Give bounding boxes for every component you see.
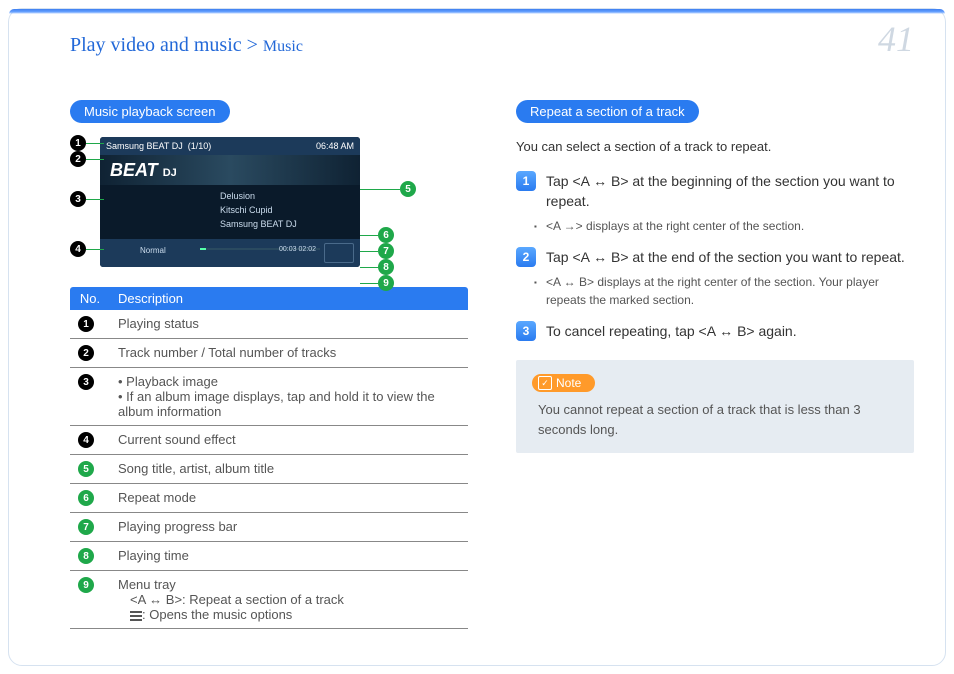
table-row: 3 Playback image If an album image displ… — [70, 368, 468, 426]
row-desc: Menu tray <A ↔ B>: Repeat a section of a… — [110, 571, 468, 629]
callout-badge-1: 1 — [70, 135, 86, 151]
table-row: 5 Song title, artist, album title — [70, 455, 468, 484]
table-row: 4 Current sound effect — [70, 426, 468, 455]
ss-bottom-bar: Normal 00:03 02:02 — [100, 239, 360, 267]
step-2-sub: <A ↔ B> displays at the right center of … — [516, 273, 914, 309]
ss-menu-tray — [324, 243, 354, 263]
step-text: To cancel repeating, tap <A ↔ B> again. — [546, 321, 914, 341]
step-number: 2 — [516, 247, 536, 267]
callout-badge-3: 3 — [70, 191, 86, 207]
callout-9: 9 — [360, 275, 394, 291]
check-icon: ✓ — [538, 376, 552, 390]
row-desc: Song title, artist, album title — [110, 455, 468, 484]
menu-icon — [130, 611, 142, 621]
breadcrumb: Play video and music > Music — [70, 34, 303, 57]
breadcrumb-sub: Music — [263, 38, 303, 55]
row-badge: 3 — [78, 374, 94, 390]
step-text: Tap <A ↔ B> at the end of the section yo… — [546, 247, 914, 267]
step-1: 1 Tap <A ↔ B> at the beginning of the se… — [516, 171, 914, 212]
ss-clock: 06:48 AM — [316, 141, 354, 151]
row-desc: Track number / Total number of tracks — [110, 339, 468, 368]
page-number: 41 — [878, 18, 914, 60]
row-badge: 5 — [78, 461, 94, 477]
ss-brand: BEAT DJ — [100, 155, 360, 185]
right-column: Repeat a section of a track You can sele… — [516, 100, 914, 654]
note-text: You cannot repeat a section of a track t… — [532, 400, 898, 439]
callout-8: 8 — [360, 259, 394, 275]
note-label: ✓ Note — [532, 374, 595, 392]
callout-7: 7 — [360, 243, 394, 259]
row-desc: Current sound effect — [110, 426, 468, 455]
callout-badge-4: 4 — [70, 241, 86, 257]
callout-6: 6 — [360, 227, 394, 243]
ss-status-bar: Samsung BEAT DJ (1/10) 06:48 AM — [100, 137, 360, 155]
row-desc: Playback image If an album image display… — [110, 368, 468, 426]
row-desc: Repeat mode — [110, 484, 468, 513]
callout-badge-2: 2 — [70, 151, 86, 167]
row-badge: 6 — [78, 490, 94, 506]
row-badge: 4 — [78, 432, 94, 448]
ss-album: Samsung BEAT DJ — [106, 141, 183, 151]
ss-track-2: Kitschi Cupid — [220, 203, 297, 217]
row-desc: Playing time — [110, 542, 468, 571]
row-badge: 9 — [78, 577, 94, 593]
ss-track-1: Delusion — [220, 189, 297, 203]
ss-effect: Normal — [140, 246, 166, 255]
row-badge: 1 — [78, 316, 94, 332]
table-row: 9 Menu tray <A ↔ B>: Repeat a section of… — [70, 571, 468, 629]
table-row: 6 Repeat mode — [70, 484, 468, 513]
callout-badge-8: 8 — [378, 259, 394, 275]
row-badge: 8 — [78, 548, 94, 564]
step-number: 1 — [516, 171, 536, 191]
step-text: Tap <A ↔ B> at the beginning of the sect… — [546, 171, 914, 212]
section-title-left: Music playback screen — [70, 100, 230, 123]
ss-track-3: Samsung BEAT DJ — [220, 217, 297, 231]
step-1-sub: <A →> displays at the right center of th… — [516, 217, 914, 235]
screenshot-wrapper: Samsung BEAT DJ (1/10) 06:48 AM BEAT DJ … — [70, 137, 390, 267]
ss-track-count: (1/10) — [188, 141, 212, 151]
content-columns: Music playback screen Samsung BEAT DJ (1… — [70, 100, 914, 654]
ss-track-list: Delusion Kitschi Cupid Samsung BEAT DJ — [220, 189, 297, 231]
callout-4: 4 — [70, 241, 104, 257]
intro-text: You can select a section of a track to r… — [516, 137, 914, 157]
callout-3: 3 — [70, 191, 104, 207]
callout-badge-9: 9 — [378, 275, 394, 291]
table-row: 1 Playing status — [70, 310, 468, 339]
description-table: No. Description 1 Playing status 2 Track n… — [70, 287, 468, 629]
ss-time: 00:03 02:02 — [279, 246, 316, 253]
breadcrumb-main: Play video and music > — [70, 34, 258, 56]
page-header: Play video and music > Music 41 — [70, 18, 914, 60]
callout-1: 1 — [70, 135, 104, 151]
th-no: No. — [70, 287, 110, 310]
callout-badge-5: 5 — [400, 181, 416, 197]
ss-brand-text: BEAT — [110, 160, 158, 180]
note-box: ✓ Note You cannot repeat a section of a … — [516, 360, 914, 454]
section-title-right: Repeat a section of a track — [516, 100, 699, 123]
left-column: Music playback screen Samsung BEAT DJ (1… — [70, 100, 468, 654]
step-2: 2 Tap <A ↔ B> at the end of the section … — [516, 247, 914, 267]
music-player-screenshot: Samsung BEAT DJ (1/10) 06:48 AM BEAT DJ … — [100, 137, 360, 267]
table-row: 2 Track number / Total number of tracks — [70, 339, 468, 368]
step-3: 3 To cancel repeating, tap <A ↔ B> again… — [516, 321, 914, 341]
th-desc: Description — [110, 287, 468, 310]
callout-badge-7: 7 — [378, 243, 394, 259]
row-badge: 2 — [78, 345, 94, 361]
row-badge: 7 — [78, 519, 94, 535]
table-row: 7 Playing progress bar — [70, 513, 468, 542]
table-row: 8 Playing time — [70, 542, 468, 571]
row-desc: Playing progress bar — [110, 513, 468, 542]
row-desc: Playing status — [110, 310, 468, 339]
callout-badge-6: 6 — [378, 227, 394, 243]
ss-brand-suffix: DJ — [163, 167, 177, 179]
callout-5: 5 — [360, 181, 416, 197]
callout-2: 2 — [70, 151, 104, 167]
step-number: 3 — [516, 321, 536, 341]
